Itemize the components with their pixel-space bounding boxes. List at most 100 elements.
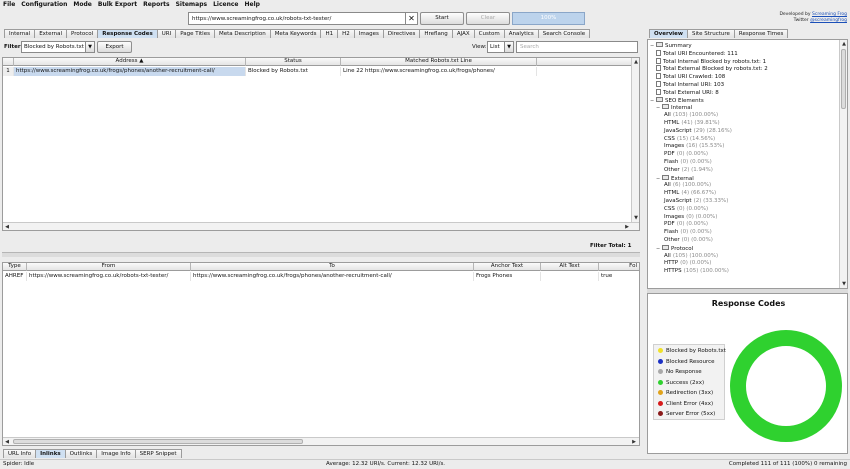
tab-serp-snippet[interactable]: SERP Snippet (134, 449, 182, 458)
tree-item[interactable]: Other (0) (0.00%) (664, 237, 713, 244)
tree-item[interactable]: Images (0) (0.00%) (664, 214, 717, 221)
tree-toggle-icon[interactable]: − (650, 98, 655, 105)
tree-toggle-icon[interactable]: − (656, 246, 661, 253)
tree-item[interactable]: HTTP (0) (0.00%) (664, 260, 711, 267)
url-clear-icon[interactable]: ✕ (406, 12, 418, 25)
menu-item-sitemaps[interactable]: Sitemaps (176, 1, 207, 8)
anchor-text-column-header[interactable]: Anchor Text (474, 263, 541, 271)
start-button[interactable]: Start (420, 12, 464, 25)
tab-hreflang[interactable]: Hreflang (419, 29, 453, 38)
tree-item[interactable]: HTTPS (105) (100.00%) (664, 268, 729, 275)
table-row[interactable]: AHREF https://www.screamingfrog.co.uk/ro… (3, 272, 639, 281)
tab-h2[interactable]: H2 (337, 29, 355, 38)
tab-response-times[interactable]: Response Times (733, 29, 789, 38)
tree-item[interactable]: Total External Blocked by robots.txt: 2 (656, 65, 768, 73)
chevron-down-icon[interactable]: ▼ (504, 42, 513, 52)
tree-item[interactable]: CSS (0) (0.00%) (664, 206, 708, 213)
tree-item[interactable]: HTML (4) (66.67%) (664, 190, 716, 197)
to-column-header[interactable]: To (191, 263, 474, 271)
developer-link[interactable]: Screaming Frog (812, 12, 847, 17)
overview-vscroll[interactable]: ▲ ▼ (839, 40, 847, 288)
tab-h1[interactable]: H1 (320, 29, 339, 38)
tree-item[interactable]: Flash (0) (0.00%) (664, 159, 712, 166)
tab-ajax[interactable]: AJAX (451, 29, 475, 38)
tree-item[interactable]: Total External URI: 8 (656, 88, 719, 97)
tree-toggle-icon[interactable]: − (650, 43, 655, 50)
tab-internal[interactable]: Internal (4, 29, 36, 38)
tree-item[interactable]: Total Internal URI: 103 (656, 81, 724, 89)
menu-item-configuration[interactable]: Configuration (21, 1, 67, 8)
menu-item-reports[interactable]: Reports (143, 1, 170, 8)
tree-item[interactable]: All (6) (100.00%) (664, 182, 711, 189)
tab-uri[interactable]: URI (156, 29, 177, 38)
address-column-header[interactable]: Address ▲ (14, 58, 246, 66)
scroll-thumb[interactable] (13, 439, 303, 444)
tree-item[interactable]: PDF (0) (0.00%) (664, 221, 708, 228)
filter-select[interactable]: Blocked by Robots.txt ▼ (21, 41, 95, 53)
type-column-header[interactable]: Type (3, 263, 27, 271)
tab-images[interactable]: Images (353, 29, 384, 38)
menu-item-help[interactable]: Help (245, 1, 260, 8)
tab-inlinks[interactable]: Inlinks (35, 449, 66, 458)
from-column-header[interactable]: From (27, 263, 191, 271)
to-cell[interactable]: https://www.screamingfrog.co.uk/frogs/ph… (191, 272, 474, 281)
matched-line-column-header[interactable]: Matched Robots.txt Line (341, 58, 537, 66)
horizontal-splitter[interactable] (2, 252, 640, 257)
tab-site-structure[interactable]: Site Structure (687, 29, 735, 38)
scroll-down-icon[interactable]: ▼ (840, 280, 847, 288)
tree-item[interactable]: PDF (0) (0.00%) (664, 151, 708, 158)
scroll-left-icon[interactable]: ◀ (3, 438, 11, 446)
url-input[interactable]: https://www.screamingfrog.co.uk/robots-t… (188, 12, 406, 25)
view-select[interactable]: List ▼ (487, 41, 514, 53)
scroll-up-icon[interactable]: ▲ (632, 58, 640, 66)
tab-meta-keywords[interactable]: Meta Keywords (269, 29, 322, 38)
tree-item[interactable]: JavaScript (2) (33.33%) (664, 198, 728, 205)
tree-toggle-icon[interactable]: − (656, 176, 661, 183)
tree-item[interactable]: JavaScript (29) (28.16%) (664, 128, 732, 135)
menu-item-file[interactable]: File (3, 1, 15, 8)
tab-directives[interactable]: Directives (382, 29, 421, 38)
scroll-left-icon[interactable]: ◀ (3, 223, 11, 231)
tree-item[interactable]: Other (2) (1.94%) (664, 167, 713, 174)
address-cell[interactable]: https://www.screamingfrog.co.uk/frogs/ph… (14, 67, 246, 76)
scroll-thumb[interactable] (841, 49, 846, 109)
export-button[interactable]: Export (97, 41, 132, 53)
tree-item[interactable]: − SEO Elements (650, 96, 704, 105)
tree-item[interactable]: − External (656, 174, 694, 183)
tree-toggle-icon[interactable]: − (656, 105, 661, 112)
twitter-link[interactable]: @screamingfrog (810, 18, 847, 23)
tab-overview[interactable]: Overview (649, 29, 688, 38)
tab-page-titles[interactable]: Page Titles (175, 29, 215, 38)
tree-item[interactable]: Total Internal Blocked by robots.txt: 1 (656, 57, 766, 66)
tree-item[interactable]: − Protocol (656, 244, 693, 253)
tree-item[interactable]: − Internal (656, 104, 692, 112)
scroll-right-icon[interactable]: ▶ (623, 223, 631, 231)
tab-protocol[interactable]: Protocol (66, 29, 99, 38)
tree-item[interactable]: Flash (0) (0.00%) (664, 229, 712, 236)
tab-image-info[interactable]: Image Info (96, 449, 136, 458)
chevron-down-icon[interactable]: ▼ (85, 42, 94, 52)
from-cell[interactable]: https://www.screamingfrog.co.uk/robots-t… (27, 272, 191, 281)
scroll-down-icon[interactable]: ▼ (632, 214, 640, 222)
tree-item[interactable]: Total URI Crawled: 108 (656, 73, 725, 81)
tree-item[interactable]: All (105) (100.00%) (664, 253, 718, 260)
main-table-hscroll[interactable]: ◀ ▶ (3, 222, 639, 230)
status-column-header[interactable]: Status (246, 58, 341, 66)
tab-search-console[interactable]: Search Console (537, 29, 591, 38)
tab-response-codes[interactable]: Response Codes (97, 29, 158, 38)
tree-item[interactable]: Images (16) (15.53%) (664, 143, 724, 150)
tab-analytics[interactable]: Analytics (503, 29, 539, 38)
clear-button[interactable]: Clear (466, 12, 510, 25)
inlinks-table-hscroll[interactable]: ◀ ▶ (3, 437, 639, 445)
alt-text-column-header[interactable]: Alt Text (541, 263, 599, 271)
main-table-vscroll[interactable]: ▲ ▼ (631, 58, 639, 222)
tree-item[interactable]: − Summary (650, 42, 692, 50)
tree-item[interactable]: HTML (41) (39.81%) (664, 120, 720, 127)
tree-item[interactable]: CSS (15) (14.56%) (664, 136, 715, 143)
tab-outlinks[interactable]: Outlinks (64, 449, 98, 458)
menu-item-mode[interactable]: Mode (73, 1, 91, 8)
tab-custom[interactable]: Custom (473, 29, 505, 38)
search-input[interactable]: Search (516, 41, 638, 53)
scroll-right-icon[interactable]: ▶ (630, 438, 638, 446)
table-row[interactable]: 1 https://www.screamingfrog.co.uk/frogs/… (3, 67, 632, 76)
